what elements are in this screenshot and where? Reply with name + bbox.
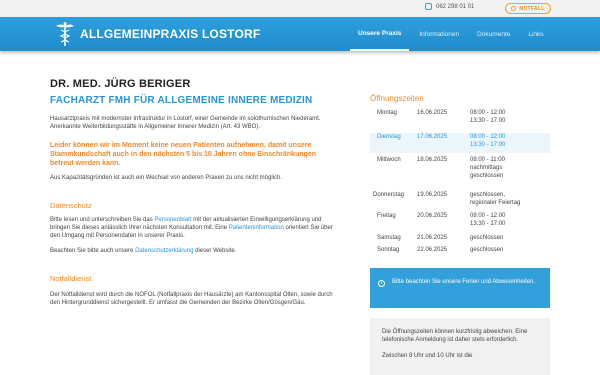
hours-date: 17.06.2025: [417, 134, 448, 140]
hours-time: geschlossen: [470, 235, 504, 241]
hours-note-1: Die Öffnungszeiten können kurzfristig ab…: [382, 329, 528, 343]
top-bar: 062 298 01 01 NOTFALL: [0, 0, 600, 17]
hours-day: Dienstag: [377, 134, 401, 140]
hours-time: geschlossen: [470, 247, 504, 253]
hours-date: 20.06.2025: [417, 213, 448, 219]
patienteninformation-link[interactable]: Patienteninformation: [229, 225, 284, 231]
intro-text: Hausarztpraxis mit modernster Infrastruk…: [50, 116, 321, 130]
hours-date: 19.06.2025: [417, 192, 448, 198]
phone-icon: [425, 3, 432, 10]
hours-time: 08:00 - 11:00 nachmittags geschlossen: [470, 157, 505, 179]
doctor-specialty: FACHARZT FMH FÜR ALLGEMEINE INNERE MEDIZ…: [50, 95, 313, 106]
hours-day: Freitag: [377, 213, 396, 219]
hours-date: 16.06.2025: [417, 110, 448, 116]
hours-time: 08:00 - 12:00 13:30 - 17:00: [470, 110, 506, 124]
nav-item-links[interactable]: Links: [520, 17, 551, 51]
datenschutzerklaerung-link[interactable]: Datenschutzerklärung: [135, 248, 193, 254]
datenschutz-heading: Datenschutz: [50, 201, 92, 210]
hours-day: Donnerstag: [373, 192, 405, 198]
datenschutz-text: Bitte lesen und unterschreiben Sie das P…: [50, 217, 333, 239]
hours-date: 21.06.2025: [417, 235, 448, 241]
hours-row-freitag: Freitag 20.06.2025 08:00 - 12:00 13:30 - …: [370, 212, 550, 234]
datenschutz-note: Beachten Sie bitte auch unsere Datenschu…: [50, 248, 237, 254]
hours-time: 08:00 - 12:00 13:30 - 17:00: [470, 213, 506, 227]
notfalldienst-heading: Notfalldienst: [50, 274, 92, 283]
hours-day: Montag: [377, 110, 398, 116]
hours-row-donnerstag: Donnerstag 19.06.2025 geschlossen, region…: [370, 191, 550, 211]
warning-text: Leider können wir im Moment keine neuen …: [50, 142, 317, 167]
phone-contact[interactable]: 062 298 01 01: [425, 3, 474, 10]
notfalldienst-text: Der Notfalldienst wird durch die NOFOL (…: [50, 292, 333, 306]
nav-item-dokumente[interactable]: Dokumente: [469, 17, 518, 51]
nav-item-unsere-praxis[interactable]: Unsere Praxis: [350, 17, 410, 51]
personenblatt-link[interactable]: Personenblatt: [154, 217, 191, 223]
emergency-icon: [511, 6, 517, 11]
hours-date: 18.06.2025: [417, 157, 448, 163]
doctor-name: DR. MED. JÜRG BERIGER: [50, 78, 191, 90]
hours-row-dienstag: Dienstag 17.06.2025 08:00 - 12:00 13:30 -…: [370, 133, 550, 153]
vacation-info-box[interactable]: i Bitte beachten Sie unsere Ferien und A…: [370, 268, 550, 308]
hours-table: Montag 16.06.2025 08:00 - 12:00 13:30 - 1…: [370, 109, 550, 258]
hours-date: 22.06.2025: [417, 247, 448, 253]
hours-row-samstag: Samstag 21.06.2025 geschlossen: [370, 234, 550, 246]
hours-row-montag: Montag 16.06.2025 08:00 - 12:00 13:30 - 1…: [370, 109, 550, 133]
brand-name[interactable]: ALLGEMEINPRAXIS LOSTORF: [80, 27, 260, 41]
hours-note-box: Die Öffnungszeiten können kurzfristig ab…: [370, 318, 550, 375]
hours-day: Sonntag: [377, 247, 400, 253]
main-content: DR. MED. JÜRG BERIGER FACHARZT FMH FÜR A…: [50, 78, 335, 307]
vacation-info-text: Bitte beachten Sie unsere Ferien und Abw…: [392, 279, 536, 285]
hours-time: geschlossen, regionaler Feiertag: [470, 192, 521, 206]
nav-menu: Unsere Praxis Informationen Dokumente Li…: [350, 17, 552, 51]
main-navbar: ALLGEMEINPRAXIS LOSTORF Unsere Praxis In…: [0, 17, 600, 51]
caduceus-icon[interactable]: [55, 21, 75, 47]
hours-day: Mittwoch: [377, 157, 401, 163]
hours-day: Samstag: [377, 235, 401, 241]
opening-hours: Öffnungszeiten Montag 16.06.2025 08:00 -…: [370, 94, 550, 258]
hours-row-mittwoch: Mittwoch 18.06.2025 08:00 - 11:00 nachmit…: [370, 156, 550, 191]
hours-note-2: Zwischen 8 Uhr und 10 Uhr ist die: [382, 353, 473, 359]
opening-hours-title: Öffnungszeiten: [370, 94, 424, 103]
notfall-label: NOTFALL: [519, 5, 545, 12]
capacity-text: Aus Kapazitätsgründen ist auch ein Wechs…: [50, 175, 283, 181]
hours-row-sonntag: Sonntag 22.06.2025 geschlossen: [370, 246, 550, 258]
info-icon: i: [378, 280, 385, 287]
nav-item-informationen[interactable]: Informationen: [411, 17, 467, 51]
phone-number[interactable]: 062 298 01 01: [436, 4, 474, 10]
hours-time: 08:00 - 12:00 13:30 - 17:00: [470, 134, 506, 148]
notfall-button[interactable]: NOTFALL: [505, 3, 551, 14]
